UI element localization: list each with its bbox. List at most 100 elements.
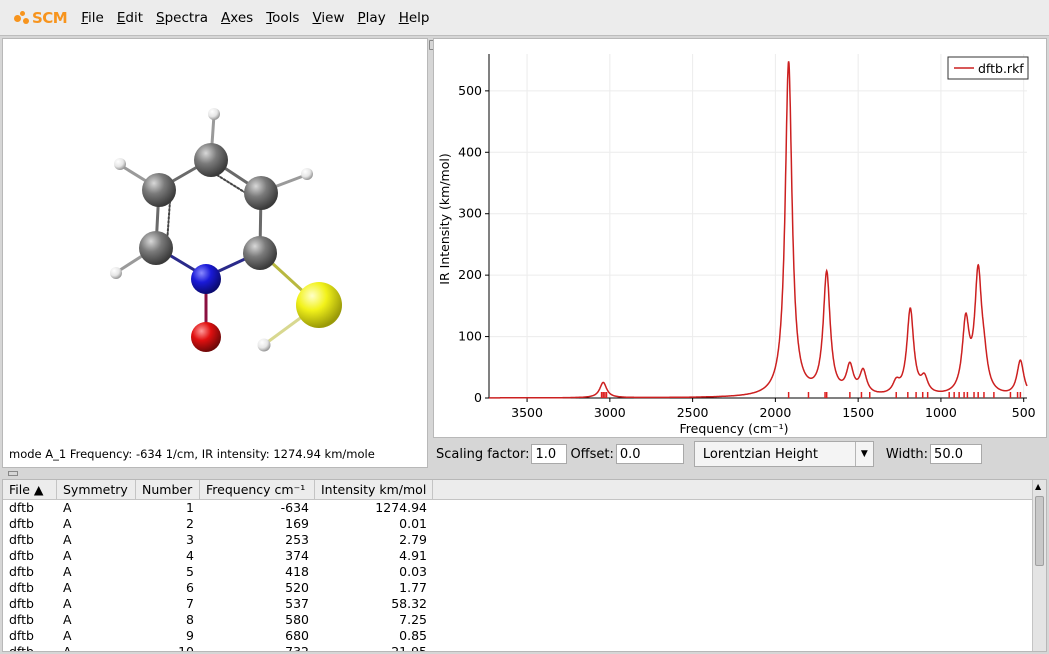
y-tick-label: 500 xyxy=(458,83,482,98)
cell-symmetry: A xyxy=(63,596,72,611)
cell-intensity: 0.01 xyxy=(399,516,427,531)
legend[interactable]: dftb.rkf xyxy=(947,56,1029,80)
scm-logo[interactable]: SCM xyxy=(12,8,68,27)
logo-dots-icon xyxy=(12,9,30,27)
cell-frequency: 253 xyxy=(285,532,309,547)
cell-file: dftb xyxy=(9,532,34,547)
cell-file: dftb xyxy=(9,580,34,595)
table-header: File ▲ Symmetry Number Frequency cm⁻¹ In… xyxy=(3,480,1046,500)
broadening-value: Lorentzian Height xyxy=(702,446,818,462)
cell-intensity: 0.03 xyxy=(399,564,427,579)
cell-frequency: 732 xyxy=(285,644,309,652)
scroll-up-icon[interactable]: ▲ xyxy=(1035,482,1041,491)
menu-axes[interactable]: Axes xyxy=(221,10,253,26)
table-row[interactable]: dftb A 7 537 58.32 xyxy=(3,596,1046,612)
cell-file: dftb xyxy=(9,628,34,643)
cell-intensity: 0.85 xyxy=(399,628,427,643)
logo-text: SCM xyxy=(32,8,68,27)
menu-play[interactable]: Play xyxy=(358,10,386,26)
cell-symmetry: A xyxy=(63,516,72,531)
table-row[interactable]: dftb A 8 580 7.25 xyxy=(3,612,1046,628)
cell-frequency: 580 xyxy=(285,612,309,627)
axes: 3500 3000 2500 2000 1500 1000 500 0 100 200 300 400… xyxy=(458,54,1036,420)
table-row[interactable]: dftb A 5 418 0.03 xyxy=(3,564,1046,580)
table-row[interactable]: dftb A 2 169 0.01 xyxy=(3,516,1046,532)
cell-intensity: 7.25 xyxy=(399,612,427,627)
scaling-factor-label: Scaling factor: xyxy=(436,446,530,462)
y-tick-label: 200 xyxy=(458,267,482,282)
atoms xyxy=(110,108,342,352)
table-row[interactable]: dftb A 4 374 4.91 xyxy=(3,548,1046,564)
app-window: SCM File Edit Spectra Axes Tools View Pl… xyxy=(0,0,1049,654)
offset-input[interactable] xyxy=(615,444,684,464)
menu-spectra[interactable]: Spectra xyxy=(156,10,208,26)
cell-frequency: 520 xyxy=(285,580,309,595)
cell-symmetry: A xyxy=(63,500,72,515)
frequencies-table[interactable]: File ▲ Symmetry Number Frequency cm⁻¹ In… xyxy=(2,479,1047,652)
table-scrollbar[interactable]: ▲ xyxy=(1032,480,1046,651)
menu-help[interactable]: Help xyxy=(399,10,430,26)
cell-intensity: 2.79 xyxy=(399,532,427,547)
cell-file: dftb xyxy=(9,612,34,627)
cell-file: dftb xyxy=(9,500,34,515)
col-intensity[interactable]: Intensity km/mol xyxy=(315,480,433,499)
molecule-viewer[interactable]: mode A_1 Frequency: -634 1/cm, IR intens… xyxy=(2,38,428,468)
table-row[interactable]: dftb A 1 -634 1274.94 xyxy=(3,500,1046,516)
cell-number: 9 xyxy=(186,628,194,643)
spectrum-curve xyxy=(489,61,1028,399)
cell-frequency: 680 xyxy=(285,628,309,643)
col-frequency[interactable]: Frequency cm⁻¹ xyxy=(200,480,315,499)
cell-number: 4 xyxy=(186,548,194,563)
cell-number: 7 xyxy=(186,596,194,611)
chevron-down-icon[interactable]: ▼ xyxy=(854,442,873,466)
spectrum-plot[interactable]: 3500 3000 2500 2000 1500 1000 500 0 100 200 300 400… xyxy=(433,38,1047,438)
cell-symmetry: A xyxy=(63,532,72,547)
col-number[interactable]: Number xyxy=(136,480,200,499)
cell-intensity: 58.32 xyxy=(391,596,427,611)
cell-file: dftb xyxy=(9,644,34,652)
menu-file[interactable]: File xyxy=(81,10,104,26)
cell-file: dftb xyxy=(9,564,34,579)
col-symmetry[interactable]: Symmetry xyxy=(57,480,136,499)
x-tick-label: 1000 xyxy=(925,405,957,420)
table-row[interactable]: dftb A 9 680 0.85 xyxy=(3,628,1046,644)
table-row[interactable]: dftb A 6 520 1.77 xyxy=(3,580,1046,596)
molecule-drawing[interactable] xyxy=(3,39,427,439)
y-axis-label: IR Intensity (km/mol) xyxy=(437,153,452,284)
cell-frequency: -634 xyxy=(280,500,309,515)
col-file[interactable]: File ▲ xyxy=(3,480,57,499)
x-tick-label: 1500 xyxy=(842,405,874,420)
cell-number: 1 xyxy=(186,500,194,515)
y-tick-label: 300 xyxy=(458,206,482,221)
vertical-splitter[interactable] xyxy=(428,38,434,468)
menu-tools[interactable]: Tools xyxy=(266,10,299,26)
cell-intensity: 1.77 xyxy=(399,580,427,595)
table-body: dftb A 1 -634 1274.94 dftb A 2 169 0.01 dftb A 3 253 2… xyxy=(3,500,1046,652)
scroll-thumb[interactable] xyxy=(1035,496,1044,566)
offset-label: Offset: xyxy=(570,446,614,462)
x-tick-label: 2500 xyxy=(677,405,709,420)
cell-frequency: 169 xyxy=(285,516,309,531)
cell-symmetry: A xyxy=(63,564,72,579)
menu-edit[interactable]: Edit xyxy=(117,10,143,26)
scaling-factor-input[interactable] xyxy=(531,444,568,464)
cell-symmetry: A xyxy=(63,628,72,643)
x-tick-label: 500 xyxy=(1012,405,1036,420)
y-tick-label: 400 xyxy=(458,144,482,159)
spectrum-chart[interactable]: 3500 3000 2500 2000 1500 1000 500 0 100 200 300 400… xyxy=(434,39,1046,437)
table-row[interactable]: dftb A 10 732 21.95 xyxy=(3,644,1046,652)
horizontal-splitter[interactable] xyxy=(0,469,1049,477)
broadening-select[interactable]: Lorentzian Height ▼ xyxy=(693,441,874,467)
legend-label: dftb.rkf xyxy=(978,61,1024,76)
width-input[interactable] xyxy=(930,444,983,464)
cell-symmetry: A xyxy=(63,612,72,627)
cell-frequency: 418 xyxy=(285,564,309,579)
menubar: SCM File Edit Spectra Axes Tools View Pl… xyxy=(0,0,1049,36)
cell-frequency: 537 xyxy=(285,596,309,611)
cell-intensity: 4.91 xyxy=(399,548,427,563)
cell-number: 8 xyxy=(186,612,194,627)
menu-view[interactable]: View xyxy=(312,10,344,26)
spectrum-curve-group xyxy=(489,61,1028,399)
table-row[interactable]: dftb A 3 253 2.79 xyxy=(3,532,1046,548)
cell-file: dftb xyxy=(9,516,34,531)
